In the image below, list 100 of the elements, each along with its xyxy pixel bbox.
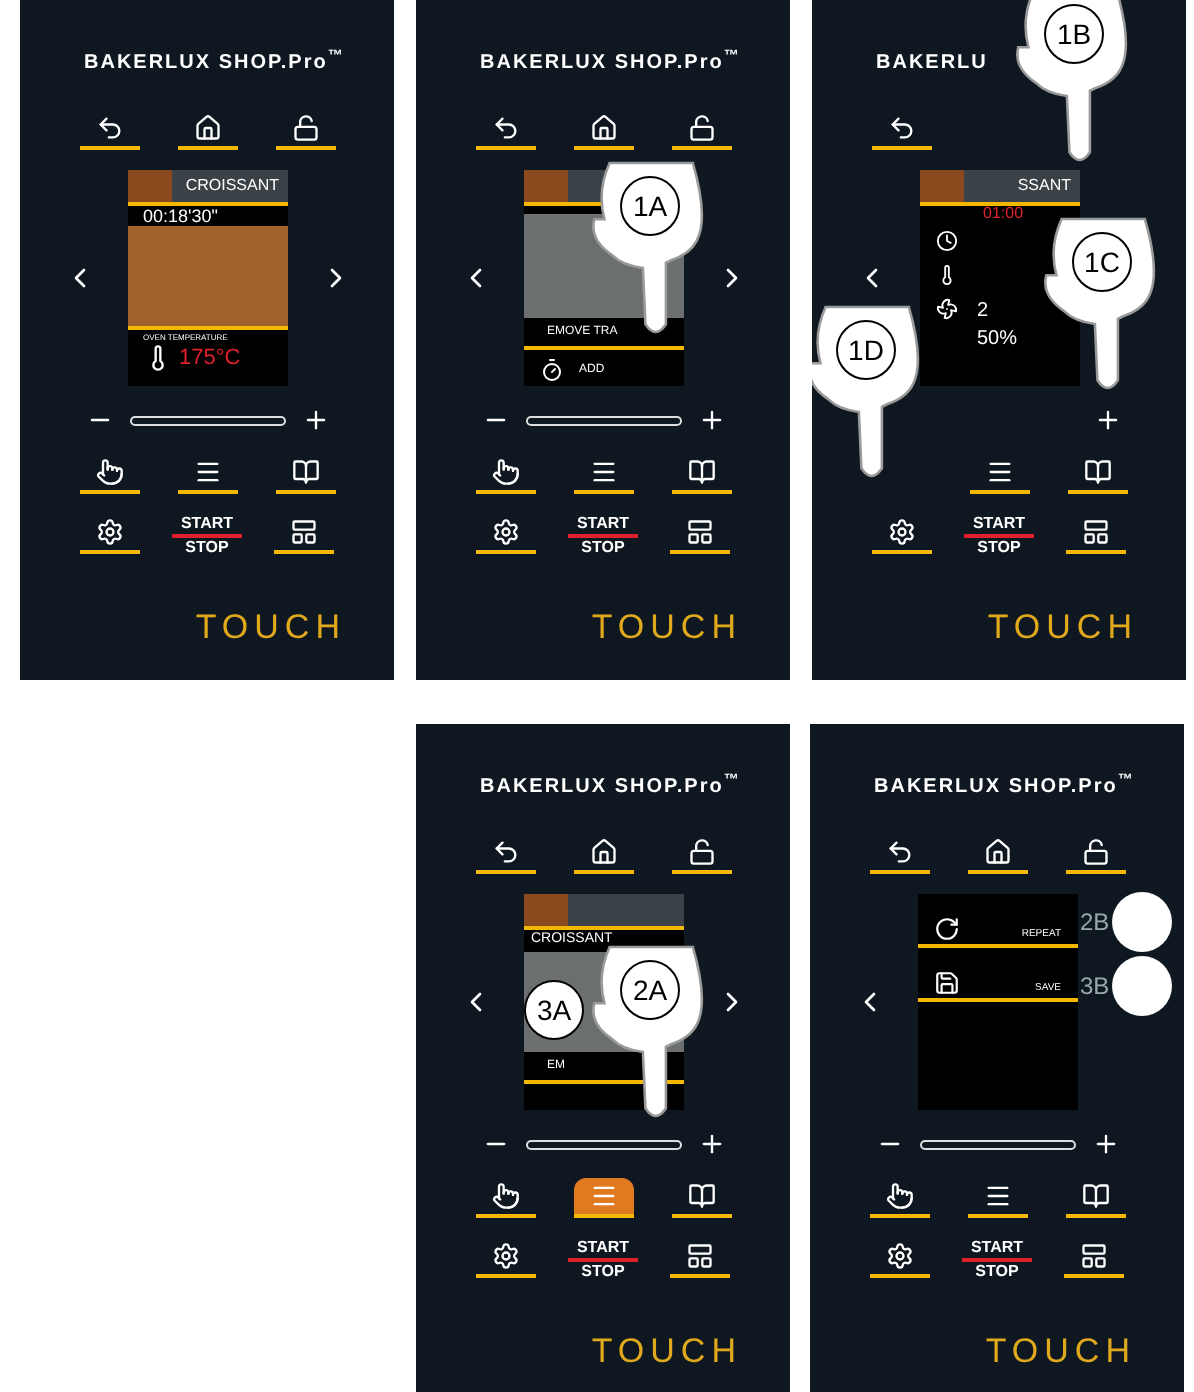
recipe-book-button[interactable] bbox=[275, 454, 335, 494]
menu-icon bbox=[589, 458, 617, 486]
start-stop-button[interactable]: START STOP bbox=[568, 514, 638, 558]
book-icon bbox=[687, 458, 715, 486]
layout-icon bbox=[1082, 518, 1111, 546]
settings-icon bbox=[887, 518, 915, 546]
plus-icon[interactable] bbox=[301, 406, 329, 434]
photo-placeholder bbox=[127, 170, 171, 202]
touch-point bbox=[1111, 892, 1172, 952]
callout-label: 2B bbox=[1080, 906, 1110, 940]
manual-button[interactable] bbox=[869, 1178, 929, 1218]
layout-icon bbox=[686, 1242, 715, 1270]
timer-text: 00:18'30" bbox=[141, 206, 220, 226]
slider-track[interactable] bbox=[129, 415, 285, 425]
settings-button[interactable] bbox=[475, 1238, 535, 1278]
timer-icon bbox=[539, 358, 563, 382]
plus-icon[interactable] bbox=[1091, 1130, 1119, 1158]
lock-button[interactable] bbox=[671, 110, 731, 150]
brand-logo: BAKERLUX SHOP.Pro$^{™}$ bbox=[84, 48, 345, 78]
lock-button[interactable] bbox=[1065, 834, 1125, 874]
temperature-value: 175°C bbox=[179, 344, 241, 374]
pointer-icon bbox=[885, 1182, 913, 1210]
layout-button[interactable] bbox=[670, 1238, 731, 1278]
book-icon bbox=[291, 458, 319, 486]
home-icon bbox=[983, 838, 1011, 866]
settings-button[interactable] bbox=[871, 514, 931, 554]
plus-icon[interactable] bbox=[697, 1130, 725, 1158]
home-button[interactable] bbox=[573, 834, 633, 874]
clock-icon bbox=[935, 230, 957, 252]
brand-logo: BAKERLUX SHOP.Pro$^{™}$ bbox=[480, 772, 741, 802]
unlock-icon bbox=[291, 114, 319, 142]
lock-button[interactable] bbox=[671, 834, 731, 874]
home-icon bbox=[589, 838, 617, 866]
pointer-icon bbox=[491, 1182, 519, 1210]
home-icon bbox=[589, 114, 617, 142]
settings-icon bbox=[885, 1242, 913, 1270]
start-stop-button[interactable]: START STOP bbox=[962, 1238, 1032, 1282]
save-icon bbox=[933, 970, 959, 996]
recipe-book-button[interactable] bbox=[671, 1178, 731, 1218]
repeat-icon bbox=[933, 916, 959, 942]
layout-icon bbox=[1080, 1242, 1109, 1270]
start-stop-button[interactable]: START STOP bbox=[172, 514, 242, 558]
book-icon bbox=[1083, 458, 1111, 486]
touch-logo: TOUCH bbox=[591, 606, 742, 650]
menu-icon bbox=[193, 458, 221, 486]
layout-button[interactable] bbox=[670, 514, 731, 554]
fan-icon bbox=[935, 298, 957, 320]
layout-button[interactable] bbox=[1066, 514, 1127, 554]
recipe-book-button[interactable] bbox=[671, 454, 731, 494]
start-stop-button[interactable]: START STOP bbox=[568, 1238, 638, 1282]
settings-button[interactable] bbox=[869, 1238, 929, 1278]
slider-track[interactable] bbox=[525, 415, 681, 425]
pointer-icon bbox=[95, 458, 123, 486]
home-button[interactable] bbox=[573, 110, 633, 150]
menu-icon bbox=[983, 1182, 1011, 1210]
menu-icon bbox=[985, 458, 1013, 486]
menu-button[interactable] bbox=[573, 1178, 633, 1218]
slider-track[interactable] bbox=[919, 1139, 1075, 1149]
settings-button[interactable] bbox=[475, 514, 535, 554]
manual-button[interactable] bbox=[475, 454, 535, 494]
back-icon bbox=[887, 114, 915, 142]
touch-point bbox=[1111, 956, 1172, 1016]
layout-button[interactable] bbox=[1064, 1238, 1125, 1278]
plus-icon[interactable] bbox=[1093, 406, 1121, 434]
lock-button[interactable] bbox=[275, 110, 335, 150]
layout-button[interactable] bbox=[274, 514, 335, 554]
callout-label: 3B bbox=[1080, 970, 1110, 1004]
unlock-icon bbox=[1081, 838, 1109, 866]
back-icon bbox=[95, 114, 123, 142]
photo-placeholder bbox=[919, 170, 963, 202]
start-stop-button[interactable]: START STOP bbox=[964, 514, 1034, 558]
settings-button[interactable] bbox=[79, 514, 139, 554]
back-icon bbox=[491, 114, 519, 142]
pointer-icon bbox=[491, 458, 519, 486]
recipe-book-button[interactable] bbox=[1067, 454, 1127, 494]
brand-logo: BAKERLUX SHOP.Pro$^{™}$ bbox=[874, 772, 1135, 802]
plus-icon[interactable] bbox=[697, 406, 725, 434]
back-icon bbox=[491, 838, 519, 866]
manual-button[interactable] bbox=[79, 454, 139, 494]
unlock-icon bbox=[687, 114, 715, 142]
layout-icon bbox=[686, 518, 715, 546]
touch-logo: TOUCH bbox=[985, 1330, 1136, 1374]
touch-logo: TOUCH bbox=[987, 606, 1138, 650]
home-button[interactable] bbox=[967, 834, 1027, 874]
settings-icon bbox=[95, 518, 123, 546]
back-icon bbox=[885, 838, 913, 866]
layout-icon bbox=[290, 518, 319, 546]
setting-value: 2 bbox=[977, 302, 991, 322]
time-value: 01:00 bbox=[981, 206, 1026, 222]
recipe-book-button[interactable] bbox=[1065, 1178, 1125, 1218]
touch-logo: TOUCH bbox=[591, 1330, 742, 1374]
manual-button[interactable] bbox=[475, 1178, 535, 1218]
program-title: SSANT bbox=[1015, 174, 1073, 198]
setting-value: 50% bbox=[977, 330, 1018, 350]
menu-icon bbox=[589, 1182, 617, 1210]
book-icon bbox=[687, 1182, 715, 1210]
program-title: CROISSANT bbox=[183, 174, 281, 198]
home-button[interactable] bbox=[177, 110, 237, 150]
brand-logo: BAKERLUX SHOP.Pro$^{™}$ bbox=[480, 48, 741, 78]
slider-track[interactable] bbox=[525, 1139, 681, 1149]
